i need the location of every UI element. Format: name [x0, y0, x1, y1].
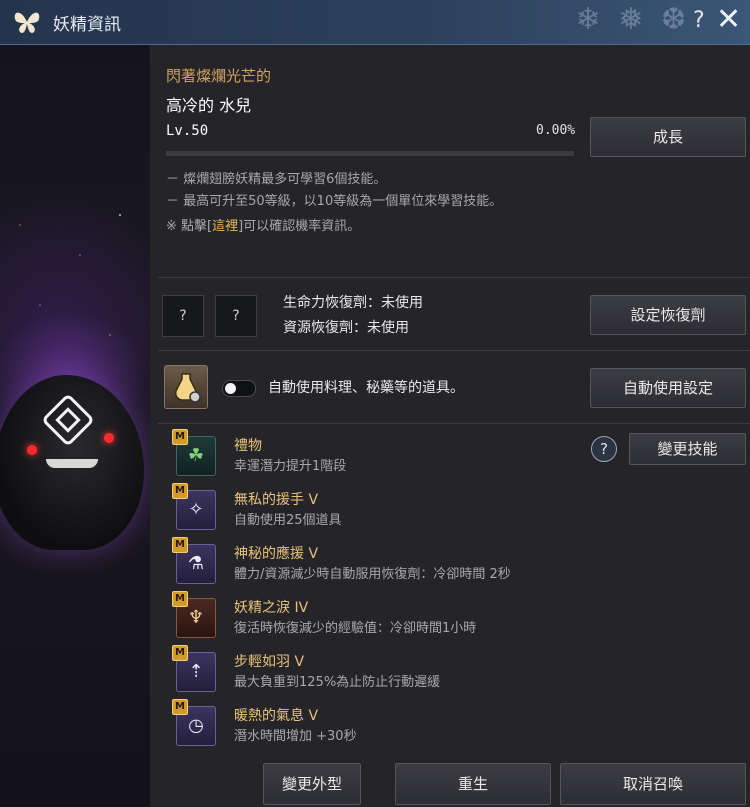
window-title: 妖精資訊 [53, 15, 121, 35]
emblem-icon [41, 393, 95, 447]
info-line-1: － 燦爛翅膀妖精最多可學習6個技能。 [166, 172, 387, 187]
notice-prefix: ※ 點擊[ [166, 219, 213, 234]
resource-potion-status: 資源恢復劑：未使用 [283, 320, 409, 336]
skill-item[interactable]: ♆ M 妖精之淚 IV 復活時恢復減少的經驗值：冷卻時間1小時 [172, 591, 672, 641]
mastery-badge: M [172, 537, 188, 553]
skill-item[interactable]: ☘ M 禮物 幸運潛力提升1階段 [172, 429, 672, 479]
fairy-portrait [0, 45, 150, 807]
mastery-badge: M [172, 645, 188, 661]
left-eye [27, 445, 37, 455]
skill-name: 妖精之淚 IV [234, 600, 309, 616]
rebirth-button[interactable]: 重生 [395, 763, 551, 805]
mastery-badge: M [172, 699, 188, 715]
skill-item[interactable]: ◷ M 暖熱的氣息 V 潛水時間增加 +30秒 [172, 699, 672, 749]
skill-item[interactable]: ✧ M 無私的援手 V 自動使用25個道具 [172, 483, 672, 533]
grow-button[interactable]: 成長 [590, 117, 746, 157]
exp-bar [166, 151, 574, 156]
window-help-button[interactable]: ? [693, 8, 705, 33]
change-appearance-button[interactable]: 變更外型 [263, 763, 361, 805]
skill-item[interactable]: ⚗ M 神秘的應援 V 體力/資源減少時自動服用恢復劑：冷卻時間 2秒 [172, 537, 672, 587]
title-bar[interactable]: 妖精資訊 ❄ ❅ ❆ ? ✕ [0, 0, 750, 45]
skill-name: 無私的援手 V [234, 492, 319, 508]
exp-percent: 0.00% [536, 123, 576, 138]
divider [158, 277, 750, 278]
main-panel: 閃著燦爛光芒的 高冷的 水兒 Lv.50 0.00% 成長 － 燦爛翅膀妖精最多… [150, 45, 750, 807]
close-button[interactable]: ✕ [716, 2, 741, 37]
butterfly-icon [14, 12, 40, 34]
auto-use-label: 自動使用料理、秘藥等的道具。 [268, 380, 464, 396]
set-potion-button[interactable]: 設定恢復劑 [590, 295, 746, 335]
dismiss-button[interactable]: 取消召喚 [560, 763, 746, 805]
auto-use-settings-button[interactable]: 自動使用設定 [590, 368, 746, 408]
hp-potion-status: 生命力恢復劑：未使用 [283, 295, 423, 311]
skill-item[interactable]: ⇡ M 步輕如羽 V 最大負重到125%為止防止行動遲緩 [172, 645, 672, 695]
resource-potion-slot[interactable]: ? [215, 295, 257, 337]
skill-desc: 最大負重到125%為止防止行動遲緩 [234, 675, 441, 690]
fairy-name: 高冷的 水兒 [166, 96, 252, 115]
skill-name: 步輕如羽 V [234, 654, 305, 670]
skill-name: 神秘的應援 V [234, 546, 319, 562]
toggle-knob [225, 383, 236, 394]
notice-suffix: ]可以確認機率資訊。 [238, 219, 361, 234]
probability-link[interactable]: 這裡 [212, 219, 238, 234]
skill-name: 暖熱的氣息 V [234, 708, 319, 724]
mastery-badge: M [172, 429, 188, 445]
skill-name: 禮物 [234, 438, 262, 454]
auto-use-toggle[interactable] [222, 380, 256, 397]
hp-potion-slot[interactable]: ? [162, 295, 204, 337]
divider [158, 350, 750, 351]
divider [158, 423, 750, 424]
mastery-badge: M [172, 483, 188, 499]
skill-desc: 復活時恢復減少的經驗值：冷卻時間1小時 [234, 621, 477, 636]
skill-desc: 體力/資源減少時自動服用恢復劑：冷卻時間 2秒 [234, 567, 511, 582]
fairy-info-window: 妖精資訊 ❄ ❅ ❆ ? ✕ 閃著燦爛光芒的 高冷的 水兒 Lv.50 0.00… [0, 0, 750, 807]
fairy-level: Lv.50 [166, 123, 209, 139]
skill-desc: 潛水時間增加 +30秒 [234, 729, 357, 744]
fairy-subtitle: 閃著燦爛光芒的 [166, 67, 272, 85]
auto-use-potion-icon [164, 365, 208, 409]
probability-notice: ※ 點擊[這裡]可以確認機率資訊。 [166, 215, 360, 234]
flask-gear-icon [174, 373, 201, 403]
right-eye [104, 433, 114, 443]
skill-desc: 自動使用25個道具 [234, 513, 342, 528]
skill-desc: 幸運潛力提升1階段 [234, 459, 347, 474]
mouth [46, 459, 98, 468]
info-line-2: － 最高可升至50等級，以10等級為一個單位來學習技能。 [166, 194, 503, 209]
mastery-badge: M [172, 591, 188, 607]
snowflake-decoration: ❄ ❅ ❆ [575, 2, 690, 37]
